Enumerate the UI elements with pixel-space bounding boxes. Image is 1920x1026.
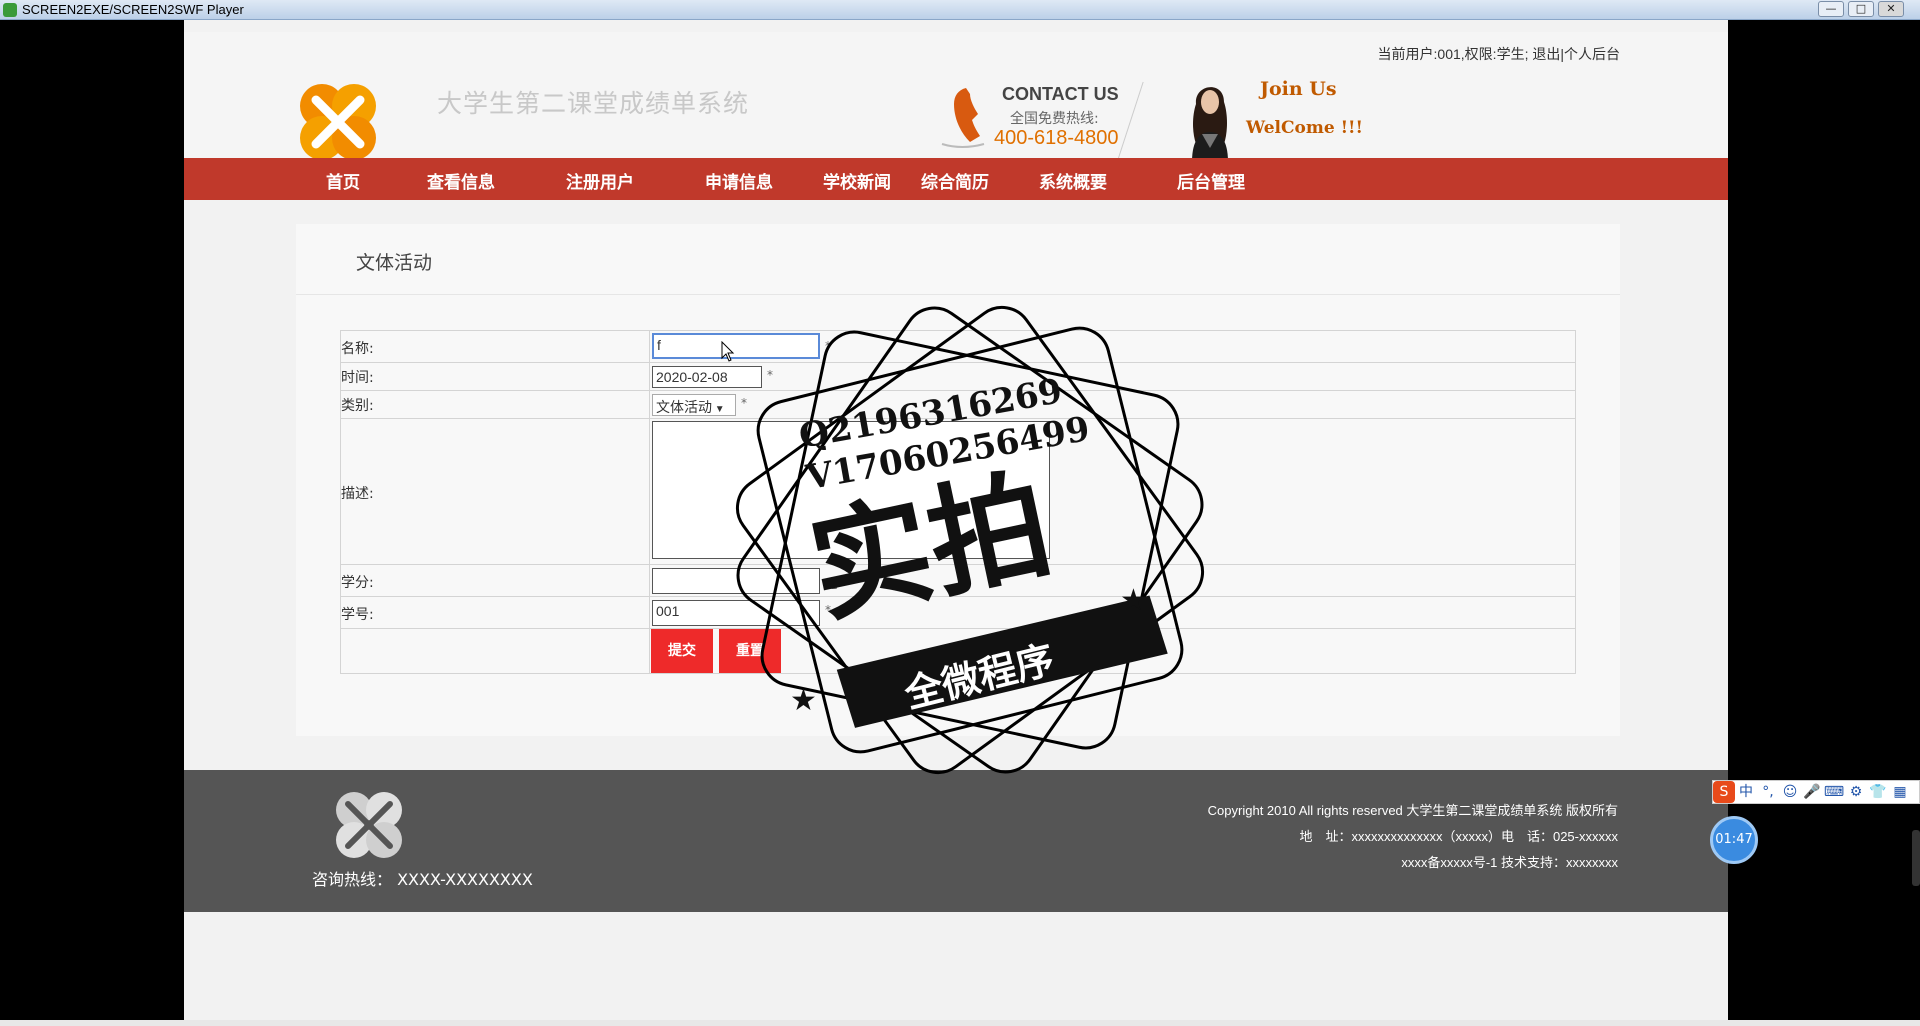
student-id-input[interactable]: 001 [652,600,820,626]
form-cell [649,363,650,390]
name-input[interactable]: f [652,333,820,359]
side-panel-handle[interactable] [1912,830,1920,886]
footer-hotline: 咨询热线： XXXX-XXXXXXXX [312,870,533,889]
person-image [1192,87,1228,162]
form-cell [649,565,650,596]
contact-title: CONTACT US [1002,84,1119,104]
nav-item-system-overview[interactable]: 系统概要 [1039,168,1107,193]
time-label: 时间: [341,370,374,386]
hotline-number: 400-618-4800 [994,127,1119,149]
form-row-student-id: 学号: 001 * [340,596,1576,628]
nav-item-home[interactable]: 首页 [326,168,360,193]
web-page: 当前用户:001,权限:学生; 退出|个人后台 大学生第二课堂成绩单系统 CON… [184,20,1728,1026]
site-logo-icon[interactable] [296,80,380,164]
form-row-category: 类别: 文体活动 ▼ * [340,390,1576,418]
required-mark: * [825,339,831,353]
form-row-time: 时间: 2020-02-08 * [340,362,1576,390]
current-user-text: 当前用户:001,权限:学生; [1377,46,1529,62]
close-button[interactable]: ✕ [1878,1,1904,17]
form-cell [649,331,650,362]
join-us-text: Join Us [1260,78,1337,100]
site-footer: 咨询热线： XXXX-XXXXXXXX Copyright 2010 All r… [184,770,1728,912]
page-title: 文体活动 [356,252,433,274]
name-label: 名称: [341,341,374,357]
description-textarea[interactable] [652,421,1050,559]
ime-settings-icon[interactable]: ⚙ [1845,781,1867,803]
nav-item-resume[interactable]: 综合简历 [921,168,989,193]
form-row-name: 名称: f * [340,330,1576,362]
category-select[interactable]: 文体活动 ▼ [652,394,736,416]
reset-button[interactable]: 重置 [719,629,781,673]
nav-item-admin[interactable]: 后台管理 [1177,168,1245,193]
time-input[interactable]: 2020-02-08 [652,366,762,388]
window-title: SCREEN2EXE/SCREEN2SWF Player [22,2,244,17]
form-row-actions: 提交 重置 [340,628,1576,674]
credit-label: 学分: [341,575,374,591]
description-label: 描述: [341,486,374,502]
bottom-status-strip [0,1020,1920,1026]
nav-item-apply-info[interactable]: 申请信息 [705,168,773,193]
ime-grid-icon[interactable]: ▦ [1889,781,1911,803]
footer-address: 地 址：xxxxxxxxxxxxxx（xxxxx）电 话：025-xxxxxx [1299,829,1618,844]
chevron-down-icon: ▼ [712,404,725,415]
nav-item-view-info[interactable]: 查看信息 [427,168,495,193]
required-mark: * [767,368,773,382]
content-panel: 文体活动 名称: f * 时间: 2020-02-08 * 类别: 文体活动 ▼ [296,224,1620,736]
ime-skin-icon[interactable]: 👕 [1867,781,1889,803]
maximize-button[interactable]: □ [1848,1,1874,17]
ime-keyboard-icon[interactable]: ⌨ [1823,781,1845,803]
form-row-credit: 学分: 必 [340,564,1576,596]
mouse-cursor-icon [721,341,735,362]
ime-chinese-toggle[interactable]: 中 [1735,781,1757,803]
hotline-label: 全国免费热线: [1010,111,1099,127]
site-title: 大学生第二课堂成绩单系统 [437,89,750,118]
form-cell [649,629,650,673]
window-title-bar: SCREEN2EXE/SCREEN2SWF Player — □ ✕ [0,0,1920,20]
submit-button[interactable]: 提交 [651,629,713,673]
site-header: 当前用户:001,权限:学生; 退出|个人后台 大学生第二课堂成绩单系统 CON… [184,32,1728,162]
form-row-description: 描述: [340,418,1576,564]
form-cell [649,391,650,418]
footer-logo-icon [336,792,402,858]
footer-icp: xxxx备xxxxx号-1 技术支持：xxxxxxxx [1401,855,1618,870]
welcome-text: WelCome !!! [1246,118,1363,138]
required-mark: * [825,603,831,617]
personal-backend-link[interactable]: 个人后台 [1564,46,1620,62]
main-nav: 首页 查看信息 注册用户 申请信息 学校新闻 综合简历 系统概要 后台管理 [184,158,1728,200]
logout-link[interactable]: 退出 [1532,46,1560,62]
ime-logo-icon[interactable]: S [1713,781,1735,803]
ime-toolbar[interactable]: S 中 °, ☺ 🎤 ⌨ ⚙ 👕 ▦ [1712,780,1920,804]
minimize-button[interactable]: — [1818,1,1844,17]
ime-punctuation-icon[interactable]: °, [1757,781,1779,803]
ime-emoji-icon[interactable]: ☺ [1779,781,1801,803]
user-bar: 当前用户:001,权限:学生; 退出|个人后台 [1378,44,1620,64]
footer-copyright: Copyright 2010 All rights reserved 大学生第二… [1207,803,1618,818]
header-divider [1117,81,1144,161]
required-mark: * [741,396,747,410]
category-label: 类别: [341,398,374,414]
category-select-value: 文体活动 [656,399,712,415]
form-cell [649,419,650,564]
student-id-label: 学号: [341,607,374,623]
title-divider [296,294,1620,295]
nav-item-register-user[interactable]: 注册用户 [566,168,634,193]
recording-timer[interactable]: 01:47 [1710,816,1758,864]
app-icon [3,3,17,17]
form-cell [649,597,650,628]
phone-icon [941,88,985,148]
nav-item-school-news[interactable]: 学校新闻 [823,168,891,193]
credit-hint: 必 [827,577,841,592]
ime-voice-icon[interactable]: 🎤 [1801,781,1823,803]
credit-input[interactable] [652,568,820,594]
